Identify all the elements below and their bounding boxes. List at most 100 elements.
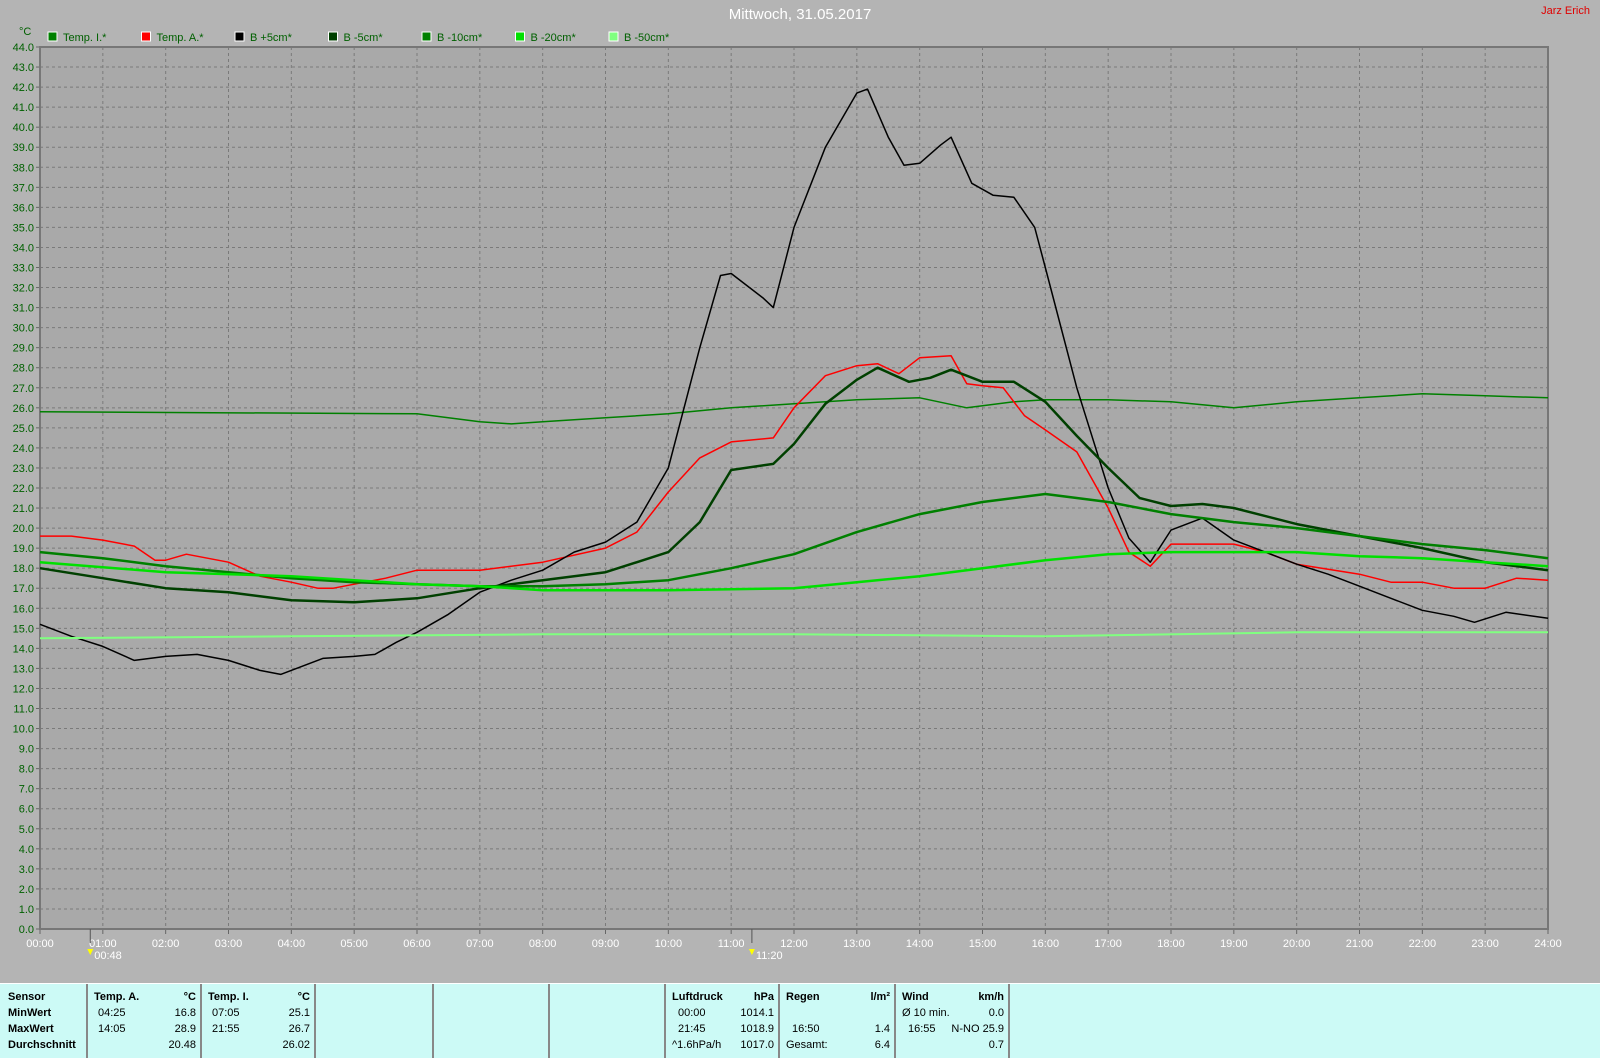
y-tick-label: 6.0 — [19, 804, 34, 816]
pressure-max: 1018.9 — [740, 1023, 774, 1035]
y-tick-label: 37.0 — [13, 182, 34, 194]
y-tick-label: 20.0 — [13, 523, 34, 535]
legend-label: B -5cm* — [344, 32, 384, 44]
y-tick-label: 19.0 — [13, 543, 34, 555]
x-tick-label: 10:00 — [655, 938, 683, 950]
x-tick-label: 05:00 — [340, 938, 368, 950]
pressure-header: Luftdruck — [672, 991, 723, 1003]
y-tick-label: 23.0 — [13, 463, 34, 475]
temp-a-column: Temp. A. °C 04:25 16.8 14:05 28.9 20.48 — [86, 984, 200, 1058]
y-tick-label: 25.0 — [13, 423, 34, 435]
y-tick-label: 33.0 — [13, 263, 34, 275]
legend-label: Temp. A.* — [157, 32, 205, 44]
rain-max-time: 16:50 — [792, 1023, 820, 1035]
temp-i-min: 25.1 — [288, 1007, 310, 1019]
y-tick-label: 7.0 — [19, 784, 34, 796]
column-divider — [1008, 984, 1010, 1058]
wind-column: Wind km/h Ø 10 min. 0.0 16:55 N-NO 25.9 … — [894, 984, 1008, 1058]
temp-a-header: Temp. A. — [94, 991, 140, 1003]
x-tick-label: 01:00 — [89, 938, 117, 950]
x-tick-label: 22:00 — [1409, 938, 1437, 950]
legend-label: B -50cm* — [624, 32, 670, 44]
wind-mean: 0.7 — [988, 1039, 1004, 1051]
x-tick-label: 20:00 — [1283, 938, 1311, 950]
temp-i-max-time: 21:55 — [212, 1023, 240, 1035]
legend-label: B -20cm* — [531, 32, 577, 44]
y-tick-label: 0.0 — [19, 924, 34, 936]
wind-avg: 0.0 — [988, 1007, 1004, 1019]
y-tick-label: 32.0 — [13, 283, 34, 295]
x-tick-label: 08:00 — [529, 938, 557, 950]
y-tick-label: 31.0 — [13, 303, 34, 315]
legend-swatch — [47, 31, 58, 42]
x-tick-label: 23:00 — [1471, 938, 1499, 950]
y-tick-label: 1.0 — [19, 904, 34, 916]
y-tick-label: 8.0 — [19, 764, 34, 776]
pressure-avg: 1017.0 — [740, 1039, 774, 1051]
wind-unit: km/h — [978, 991, 1004, 1003]
legend-swatch — [421, 31, 432, 42]
wind-header: Wind — [902, 991, 929, 1003]
temp-a-min-time: 04:25 — [98, 1007, 126, 1019]
temp-i-header: Temp. I. — [208, 991, 249, 1003]
x-tick-label: 04:00 — [278, 938, 306, 950]
rain-total: 6.4 — [874, 1039, 890, 1051]
y-tick-label: 22.0 — [13, 483, 34, 495]
empty-column — [314, 984, 432, 1058]
temp-a-avg: 20.48 — [168, 1039, 196, 1051]
y-tick-label: 9.0 — [19, 744, 34, 756]
y-tick-label: 21.0 — [13, 503, 34, 515]
y-tick-label: 34.0 — [13, 242, 34, 254]
y-tick-label: 38.0 — [13, 162, 34, 174]
legend-label: B -10cm* — [437, 32, 483, 44]
temp-i-max: 26.7 — [288, 1023, 310, 1035]
wind-max-time: 16:55 — [908, 1023, 936, 1035]
temp-i-unit: °C — [297, 991, 310, 1003]
y-tick-label: 18.0 — [13, 563, 34, 575]
x-tick-label: 06:00 — [403, 938, 431, 950]
empty-column — [548, 984, 664, 1058]
y-tick-label: 36.0 — [13, 202, 34, 214]
y-tick-label: 10.0 — [13, 724, 34, 736]
pressure-max-time: 21:45 — [678, 1023, 706, 1035]
y-tick-label: 28.0 — [13, 363, 34, 375]
moonset-icon — [748, 949, 755, 955]
y-tick-label: 26.0 — [13, 403, 34, 415]
y-tick-label: 43.0 — [13, 62, 34, 74]
rain-header: Regen — [786, 991, 820, 1003]
pressure-trend: ^1.6hPa/h — [672, 1039, 722, 1051]
rain-unit: l/m² — [870, 991, 890, 1003]
avg-row-label: Durchschnitt — [8, 1039, 76, 1051]
y-tick-label: 2.0 — [19, 884, 34, 896]
legend-label: B +5cm* — [250, 32, 293, 44]
temperature-chart: 0.0 1.0 2.0 3.0 4.0 5.0 6.0 7.0 8.0 9.0 10.0 11.0 12… — [13, 31, 1562, 962]
x-tick-label: 24:00 — [1534, 938, 1562, 950]
temp-i-avg: 26.02 — [282, 1039, 310, 1051]
temp-i-column: Temp. I. °C 07:05 25.1 21:55 26.7 26.02 — [200, 984, 314, 1058]
y-tick-label: 39.0 — [13, 142, 34, 154]
empty-column — [432, 984, 548, 1058]
legend-swatch — [234, 31, 245, 42]
wind-max: N-NO 25.9 — [951, 1023, 1004, 1035]
x-tick-label: 02:00 — [152, 938, 180, 950]
moonrise-icon — [87, 949, 94, 955]
sensor-header: Sensor — [8, 991, 46, 1003]
temp-a-min: 16.8 — [174, 1007, 196, 1019]
y-tick-label: 40.0 — [13, 122, 34, 134]
pressure-min: 1014.1 — [740, 1007, 774, 1019]
summary-table: Sensor MinWert MaxWert Durchschnitt Temp… — [0, 983, 1600, 1058]
rain-max: 1.4 — [874, 1023, 890, 1035]
y-tick-label: 14.0 — [13, 643, 34, 655]
x-tick-label: 15:00 — [969, 938, 997, 950]
y-tick-label: 35.0 — [13, 222, 34, 234]
rain-column: Regen l/m² 16:50 1.4 Gesamt: 6.4 — [778, 984, 894, 1058]
y-tick-label: 11.0 — [13, 704, 34, 716]
x-tick-label: 07:00 — [466, 938, 494, 950]
wind-avg-label: Ø 10 min. — [902, 1007, 950, 1019]
y-tick-label: 44.0 — [13, 42, 34, 54]
max-row-label: MaxWert — [8, 1023, 54, 1035]
marker-label: 00:48 — [94, 950, 122, 962]
temp-a-unit: °C — [183, 991, 196, 1003]
pressure-unit: hPa — [753, 991, 774, 1003]
x-tick-label: 19:00 — [1220, 938, 1248, 950]
